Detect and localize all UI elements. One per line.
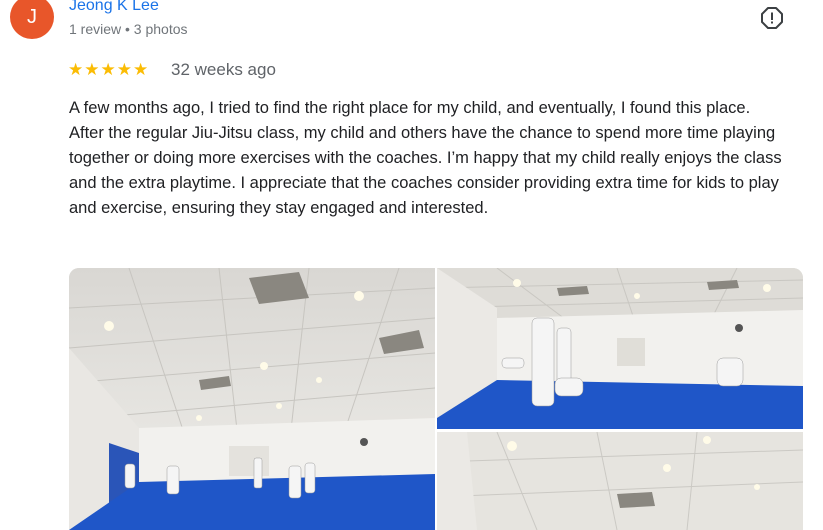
ceiling-photo-image <box>437 432 803 530</box>
avatar-letter: J <box>27 5 37 28</box>
report-flag-icon <box>761 7 783 29</box>
avatar[interactable]: J <box>10 0 54 39</box>
star-rating: ★★★★★ <box>68 60 150 80</box>
review-text: A few months ago, I tried to find the ri… <box>69 96 794 221</box>
review-paragraph: A few months ago, I tried to find the ri… <box>69 99 751 117</box>
dojo-photo-image <box>69 268 435 530</box>
author-name-link[interactable]: Jeong K Lee <box>69 0 159 15</box>
review-time: 32 weeks ago <box>171 60 276 79</box>
review-paragraph: After the regular Jiu-Jitsu class, my ch… <box>69 124 782 217</box>
review-photos <box>69 268 803 530</box>
report-button[interactable] <box>761 7 783 29</box>
review-photo-3[interactable] <box>437 432 803 530</box>
author-meta: 1 review • 3 photos <box>69 21 188 37</box>
coaching-photo-image <box>437 268 803 429</box>
review-photo-2[interactable] <box>437 268 803 429</box>
review-photo-1[interactable] <box>69 268 435 530</box>
